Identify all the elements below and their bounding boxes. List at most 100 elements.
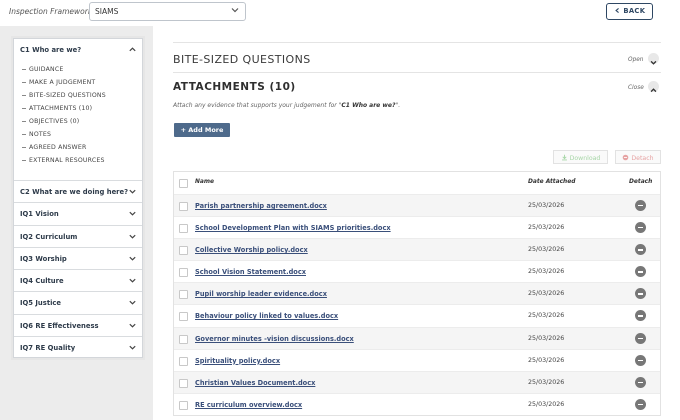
table-row: RE curriculum overview.docx 25/03/2026 bbox=[174, 392, 660, 415]
sidebar-item-iq4[interactable]: IQ4 Culture bbox=[14, 270, 142, 293]
table-row: Spirituality policy.docx 25/03/2026 bbox=[174, 348, 660, 371]
main-panel: BITE-SIZED QUESTIONS Open ATTACHMENTS (1… bbox=[153, 26, 680, 420]
attachment-link[interactable]: RE curriculum overview.docx bbox=[195, 401, 302, 409]
date-attached: 25/03/2026 bbox=[528, 290, 565, 298]
attachment-link[interactable]: Parish partnership agreement.docx bbox=[195, 202, 327, 210]
detach-label: Detach bbox=[631, 155, 654, 162]
note-prefix: Attach any evidence that supports your j… bbox=[173, 102, 342, 109]
sidebar-subitem-agreed-answer[interactable]: AGREED ANSWER bbox=[22, 144, 86, 151]
row-checkbox[interactable] bbox=[179, 400, 188, 410]
table-row: Collective Worship policy.docx 25/03/202… bbox=[174, 238, 660, 261]
attachment-link[interactable]: School Development Plan with SIAMS prior… bbox=[195, 224, 391, 232]
top-bar: Inspection Framework: SIAMS BACK bbox=[0, 0, 680, 26]
remove-icon[interactable] bbox=[635, 354, 646, 366]
note-section-name: C1 Who are we? bbox=[341, 102, 396, 109]
back-button[interactable]: BACK bbox=[606, 3, 653, 20]
framework-select-value: SIAMS bbox=[95, 7, 119, 16]
row-checkbox[interactable] bbox=[179, 334, 188, 344]
chevron-down-icon bbox=[129, 189, 136, 194]
attachment-link[interactable]: School Vision Statement.docx bbox=[195, 268, 306, 276]
select-all-checkbox[interactable] bbox=[179, 179, 188, 188]
remove-icon[interactable] bbox=[635, 200, 646, 211]
chevron-up-icon bbox=[650, 88, 657, 93]
remove-icon[interactable] bbox=[635, 222, 646, 234]
attachments-title: ATTACHMENTS (10) bbox=[173, 81, 296, 93]
expand-button[interactable] bbox=[648, 53, 659, 65]
row-checkbox[interactable] bbox=[179, 312, 188, 322]
table-row: School Vision Statement.docx 25/03/2026 bbox=[174, 260, 660, 282]
attachment-link[interactable]: Collective Worship policy.docx bbox=[195, 246, 308, 254]
chevron-down-icon bbox=[231, 8, 239, 13]
sidebar-subitem-attachments[interactable]: ATTACHMENTS (10) bbox=[22, 105, 92, 112]
sidebar: C1 Who are we? GUIDANCE MAKE A JUDGEMENT… bbox=[13, 38, 143, 358]
chevron-down-icon bbox=[129, 345, 136, 350]
framework-select[interactable]: SIAMS bbox=[89, 2, 246, 21]
table-row: School Development Plan with SIAMS prior… bbox=[174, 216, 660, 238]
date-attached: 25/03/2026 bbox=[528, 400, 565, 408]
sidebar-subitem-bite-sized-questions[interactable]: BITE-SIZED QUESTIONS bbox=[22, 92, 106, 99]
sidebar-item-iq5[interactable]: IQ5 Justice bbox=[14, 292, 142, 315]
attachment-link[interactable]: Governor minutes -vision discussions.doc… bbox=[195, 335, 354, 343]
remove-icon[interactable] bbox=[635, 266, 646, 278]
open-label[interactable]: Open bbox=[628, 57, 643, 63]
add-more-button[interactable]: + Add More bbox=[174, 123, 230, 137]
chevron-down-icon bbox=[129, 278, 136, 283]
remove-icon[interactable] bbox=[635, 310, 646, 322]
sidebar-item-label: IQ5 Justice bbox=[20, 299, 62, 308]
attachments-instructions: Attach any evidence that supports your j… bbox=[173, 102, 400, 109]
sidebar-subitem-external-resources[interactable]: EXTERNAL RESOURCES bbox=[22, 157, 105, 164]
sidebar-subitem-make-a-judgement[interactable]: MAKE A JUDGEMENT bbox=[22, 79, 95, 86]
row-checkbox[interactable] bbox=[179, 378, 188, 388]
date-attached: 25/03/2026 bbox=[528, 246, 565, 254]
chevron-up-icon[interactable] bbox=[128, 45, 137, 54]
sidebar-item-iq2[interactable]: IQ2 Curriculum bbox=[14, 226, 142, 248]
table-row: Parish partnership agreement.docx 25/03/… bbox=[174, 194, 660, 217]
sidebar-item-label: IQ7 RE Quality bbox=[20, 344, 76, 353]
sidebar-item-iq6[interactable]: IQ6 RE Effectiveness bbox=[14, 315, 142, 338]
date-attached: 25/03/2026 bbox=[528, 356, 565, 364]
sidebar-section-title[interactable]: C1 Who are we? bbox=[20, 46, 81, 54]
chevron-down-icon bbox=[129, 256, 136, 261]
row-checkbox[interactable] bbox=[179, 356, 188, 366]
column-header-name[interactable]: Name bbox=[195, 179, 214, 185]
bite-sized-questions-title: BITE-SIZED QUESTIONS bbox=[173, 53, 311, 66]
chevron-down-icon bbox=[129, 323, 136, 328]
remove-icon[interactable] bbox=[635, 376, 646, 388]
sidebar-item-c2[interactable]: C2 What are we doing here? bbox=[14, 181, 142, 204]
column-header-date[interactable]: Date Attached bbox=[528, 179, 575, 185]
detach-button[interactable]: Detach bbox=[615, 150, 661, 164]
sidebar-subitem-notes[interactable]: NOTES bbox=[22, 131, 51, 138]
attachment-link[interactable]: Pupil worship leader evidence.docx bbox=[195, 290, 327, 298]
collapse-button[interactable] bbox=[648, 81, 659, 93]
row-checkbox[interactable] bbox=[179, 246, 188, 256]
download-button[interactable]: Download bbox=[553, 150, 608, 164]
sidebar-subitem-objectives[interactable]: OBJECTIVES (0) bbox=[22, 118, 79, 125]
row-checkbox[interactable] bbox=[179, 202, 188, 211]
framework-label: Inspection Framework: bbox=[9, 7, 95, 16]
close-label[interactable]: Close bbox=[628, 85, 644, 91]
sidebar-item-iq7[interactable]: IQ7 RE Quality bbox=[14, 337, 142, 359]
attachment-link[interactable]: Christian Values Document.docx bbox=[195, 379, 315, 387]
date-attached: 25/03/2026 bbox=[528, 224, 565, 232]
table-header-row: Name Date Attached Detach bbox=[174, 172, 660, 194]
divider bbox=[173, 42, 661, 43]
row-checkbox[interactable] bbox=[179, 224, 188, 234]
remove-icon[interactable] bbox=[635, 332, 646, 344]
attachment-link[interactable]: Behaviour policy linked to values.docx bbox=[195, 312, 338, 320]
sidebar-item-label: IQ2 Curriculum bbox=[20, 232, 78, 241]
sidebar-section-c1: C1 Who are we? GUIDANCE MAKE A JUDGEMENT… bbox=[14, 39, 142, 181]
sidebar-subitem-guidance[interactable]: GUIDANCE bbox=[22, 66, 64, 73]
chevron-down-icon bbox=[129, 301, 136, 306]
row-checkbox[interactable] bbox=[179, 268, 188, 278]
attachment-link[interactable]: Spirituality policy.docx bbox=[195, 357, 280, 365]
note-suffix: ". bbox=[395, 102, 401, 109]
row-checkbox[interactable] bbox=[179, 290, 188, 300]
remove-icon[interactable] bbox=[635, 398, 646, 410]
sidebar-item-iq1[interactable]: IQ1 Vision bbox=[14, 203, 142, 226]
remove-icon[interactable] bbox=[635, 288, 646, 300]
sidebar-item-iq3[interactable]: IQ3 Worship bbox=[14, 248, 142, 271]
remove-icon[interactable] bbox=[635, 244, 646, 256]
date-attached: 25/03/2026 bbox=[528, 268, 565, 276]
chevron-down-icon bbox=[129, 212, 136, 216]
download-label: Download bbox=[569, 155, 601, 162]
